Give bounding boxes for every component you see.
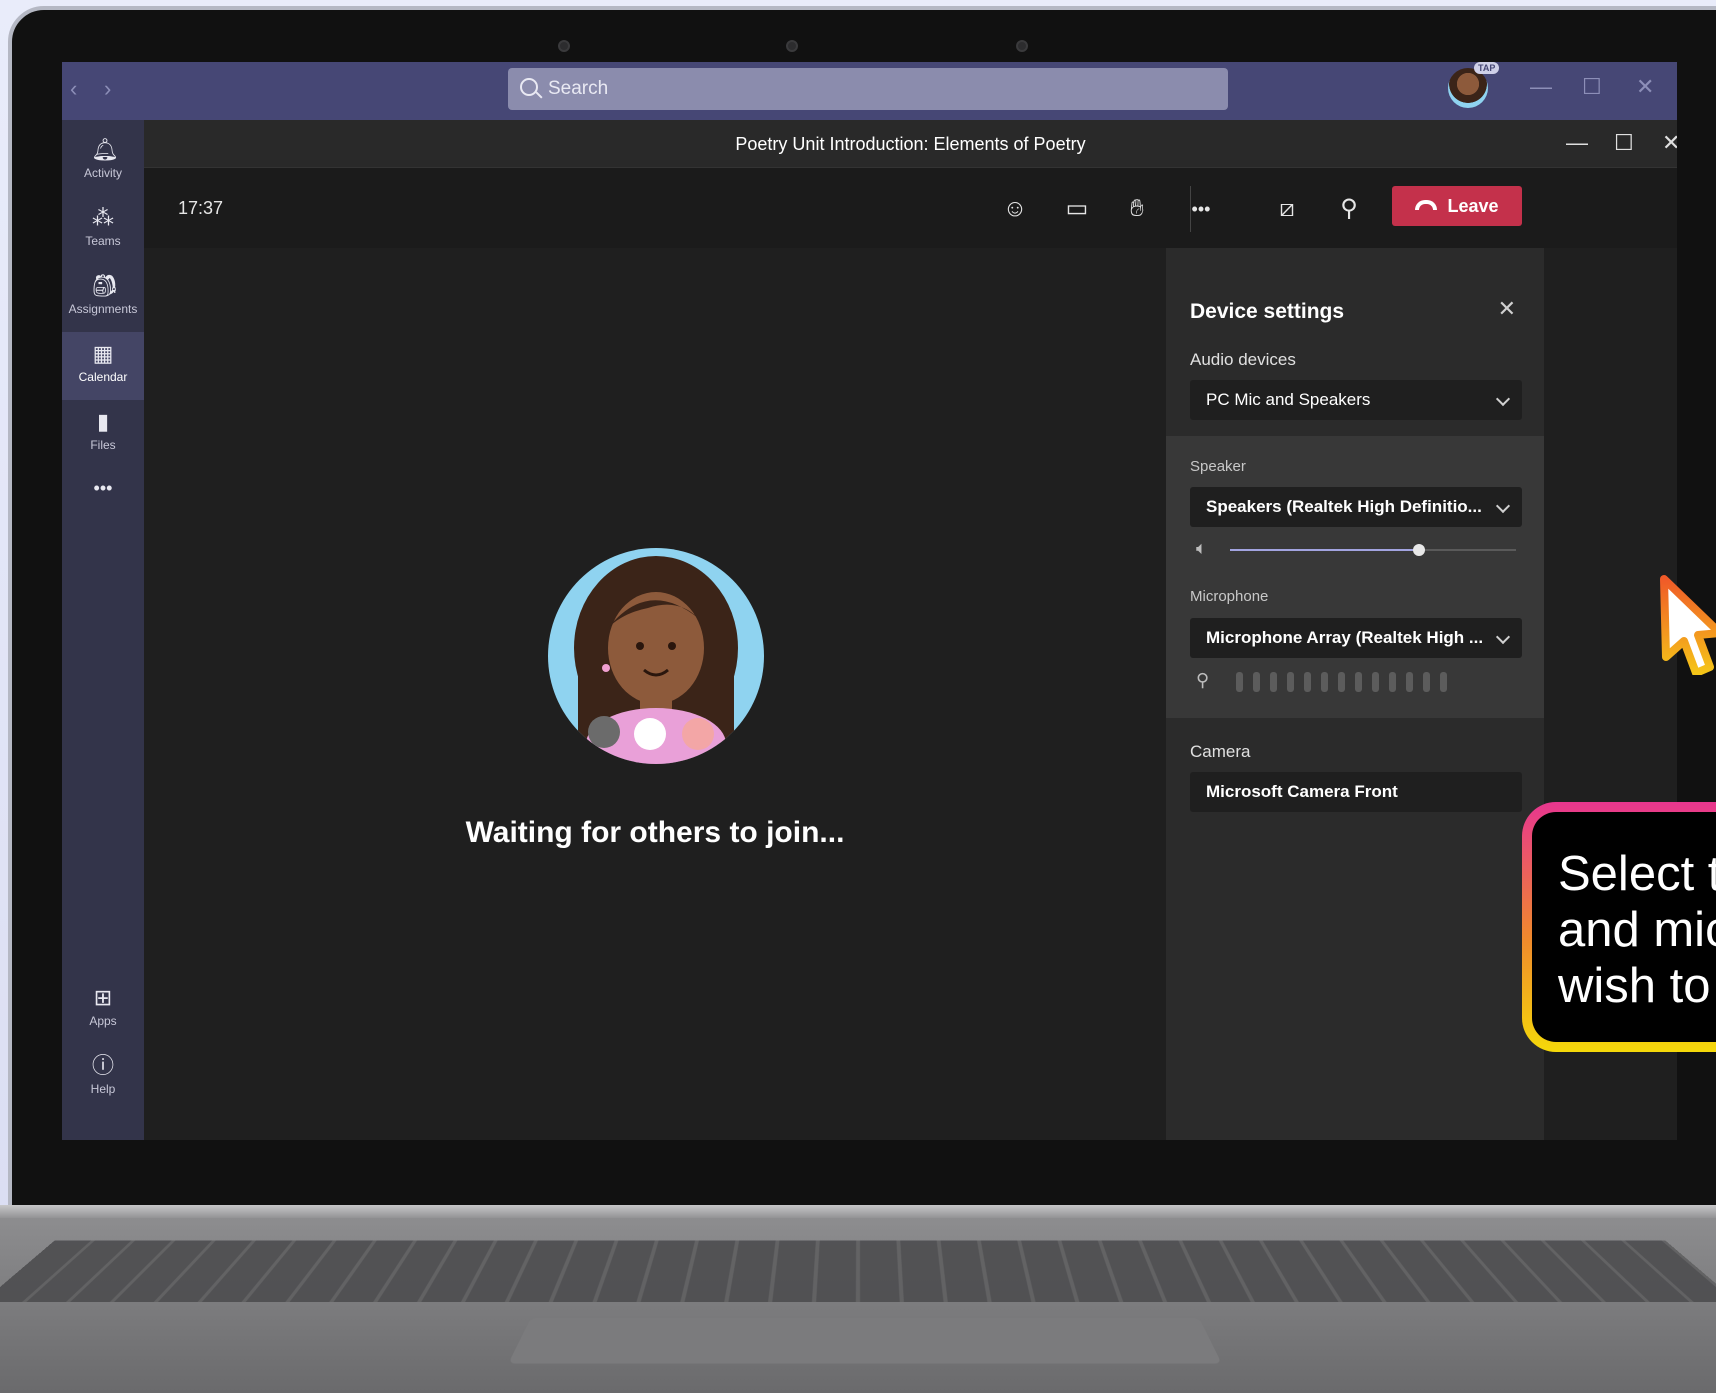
minimize-icon[interactable]: —	[1530, 74, 1552, 100]
device-settings-panel: Device settings ✕ Audio devices PC Mic a…	[1166, 248, 1544, 1140]
mic-level-bar	[1321, 672, 1328, 692]
file-icon: ▮	[96, 409, 110, 434]
microphone-dropdown[interactable]: Microphone Array (Realtek High ...	[1190, 618, 1522, 658]
laptop-trackpad	[508, 1318, 1222, 1364]
raise-hand-icon[interactable]: ✋︎	[1120, 192, 1154, 226]
maximize-icon[interactable]: ☐	[1582, 74, 1602, 100]
laptop-keyboard	[0, 1240, 1716, 1303]
slider-thumb[interactable]	[1412, 544, 1425, 556]
mic-level-bar	[1389, 672, 1396, 692]
mic-level-bar	[1270, 672, 1277, 692]
meeting-title: Poetry Unit Introduction: Elements of Po…	[735, 134, 1086, 154]
rail-item-files[interactable]: ▮ Files	[62, 400, 144, 468]
rail-item-help[interactable]: ⓘ Help	[62, 1044, 144, 1112]
camera-sensor	[558, 40, 570, 52]
microphone-value: Microphone Array (Realtek High ...	[1206, 628, 1484, 647]
mic-level-bar	[1440, 672, 1447, 692]
toolbar-divider	[1190, 186, 1191, 232]
audio-devices-value: PC Mic and Speakers	[1206, 390, 1371, 409]
camera-off-icon[interactable]: ⧄	[1270, 192, 1304, 226]
laptop-scene: ‹ › Search TAP — ☐ ✕ 🔔︎ Activity ⁂ Teams…	[0, 0, 1716, 1393]
more-icon: •••	[93, 478, 113, 498]
mic-off-icon[interactable]: ⚲	[1332, 192, 1366, 226]
meeting-title-bar: Poetry Unit Introduction: Elements of Po…	[144, 120, 1677, 168]
meeting-window: Poetry Unit Introduction: Elements of Po…	[144, 120, 1677, 1140]
mic-muted-icon: ⚲	[1196, 670, 1210, 690]
phone-hangup-icon	[1415, 200, 1438, 211]
mic-level-bar	[1338, 672, 1345, 692]
rail-item-activity[interactable]: 🔔︎ Activity	[62, 128, 144, 196]
meeting-clock: 17:37	[178, 198, 224, 218]
back-arrow-icon[interactable]: ‹	[70, 76, 77, 102]
mic-level-bar	[1253, 672, 1260, 692]
rail-item-assignments[interactable]: 🎒︎ Assignments	[62, 264, 144, 332]
meeting-toolbar: 17:37 ☺ ▭ ✋︎ ••• ⧄ ⚲ ⇪ Leave	[144, 168, 1677, 248]
tip-callout: Select t and mic wish to	[1522, 802, 1716, 1052]
rail-item-teams[interactable]: ⁂ Teams	[62, 196, 144, 264]
app-rail: 🔔︎ Activity ⁂ Teams 🎒︎ Assignments ▦ Cal…	[62, 120, 144, 1140]
meeting-minimize-icon[interactable]: —	[1566, 130, 1588, 156]
assignments-icon: 🎒︎	[91, 273, 119, 298]
camera-sensor	[1016, 40, 1028, 52]
speaker-volume-icon: 🔈︎	[1196, 538, 1207, 558]
forward-arrow-icon[interactable]: ›	[104, 76, 111, 102]
teams-icon: ⁂	[92, 205, 114, 230]
camera-label: Camera	[1190, 742, 1251, 761]
mic-level-bar	[1406, 672, 1413, 692]
camera-lens	[786, 40, 798, 52]
audio-subsection: Speaker Speakers (Realtek High Definitio…	[1166, 436, 1544, 718]
mic-level-bar	[1304, 672, 1311, 692]
speaker-value: Speakers (Realtek High Definitio...	[1206, 497, 1482, 516]
meeting-stage: Waiting for others to join...	[144, 248, 1166, 1140]
pointer-arrow-icon	[1660, 575, 1716, 675]
close-icon[interactable]: ✕	[1636, 74, 1654, 100]
mic-level-bar	[1355, 672, 1362, 692]
rail-item-calendar[interactable]: ▦ Calendar	[62, 332, 144, 400]
search-icon	[520, 78, 538, 96]
participants-icon[interactable]: ☺	[998, 192, 1032, 226]
mic-level-bar	[1287, 672, 1294, 692]
chevron-down-icon	[1495, 629, 1511, 645]
slider-fill	[1230, 549, 1419, 551]
waiting-message: Waiting for others to join...	[465, 816, 845, 849]
panel-close-icon[interactable]: ✕	[1498, 296, 1516, 322]
speaker-label: Speaker	[1190, 458, 1246, 475]
participant-illustration	[574, 556, 738, 764]
chat-icon[interactable]: ▭	[1060, 192, 1094, 226]
participant-avatar	[548, 548, 764, 764]
mic-level-bar	[1236, 672, 1243, 692]
speaker-dropdown[interactable]: Speakers (Realtek High Definitio...	[1190, 487, 1522, 527]
camera-dropdown[interactable]: Microsoft Camera Front	[1190, 772, 1522, 812]
calendar-icon: ▦	[92, 341, 114, 366]
search-input[interactable]: Search	[508, 68, 1228, 110]
bell-icon: 🔔︎	[91, 137, 119, 162]
help-icon: ⓘ	[91, 1053, 114, 1078]
speaker-volume-slider[interactable]	[1230, 544, 1516, 556]
apps-icon: ⊞	[93, 985, 113, 1010]
avatar-badge: TAP	[1474, 62, 1500, 74]
meeting-close-icon[interactable]: ✕	[1662, 130, 1677, 156]
chevron-down-icon	[1495, 498, 1511, 514]
teams-window: ‹ › Search TAP — ☐ ✕ 🔔︎ Activity ⁂ Teams…	[62, 62, 1677, 1140]
leave-button[interactable]: Leave	[1392, 186, 1522, 226]
title-bar: ‹ › Search TAP — ☐ ✕	[62, 62, 1677, 120]
mic-level-bar	[1372, 672, 1379, 692]
rail-item-apps[interactable]: ⊞ Apps	[62, 976, 144, 1044]
audio-devices-label: Audio devices	[1190, 350, 1296, 369]
mic-level-bar	[1423, 672, 1430, 692]
rail-more-button[interactable]: •••	[62, 466, 144, 506]
avatar[interactable]	[1448, 68, 1488, 108]
camera-value: Microsoft Camera Front	[1206, 782, 1398, 801]
meeting-maximize-icon[interactable]: ☐	[1614, 130, 1634, 156]
search-placeholder: Search	[548, 78, 609, 99]
leave-label: Leave	[1447, 196, 1499, 216]
tip-callout-text: Select t and mic wish to	[1532, 812, 1716, 1042]
panel-title: Device settings	[1190, 300, 1345, 323]
microphone-label: Microphone	[1190, 588, 1269, 605]
chevron-down-icon	[1495, 391, 1511, 407]
audio-devices-dropdown[interactable]: PC Mic and Speakers	[1190, 380, 1522, 420]
